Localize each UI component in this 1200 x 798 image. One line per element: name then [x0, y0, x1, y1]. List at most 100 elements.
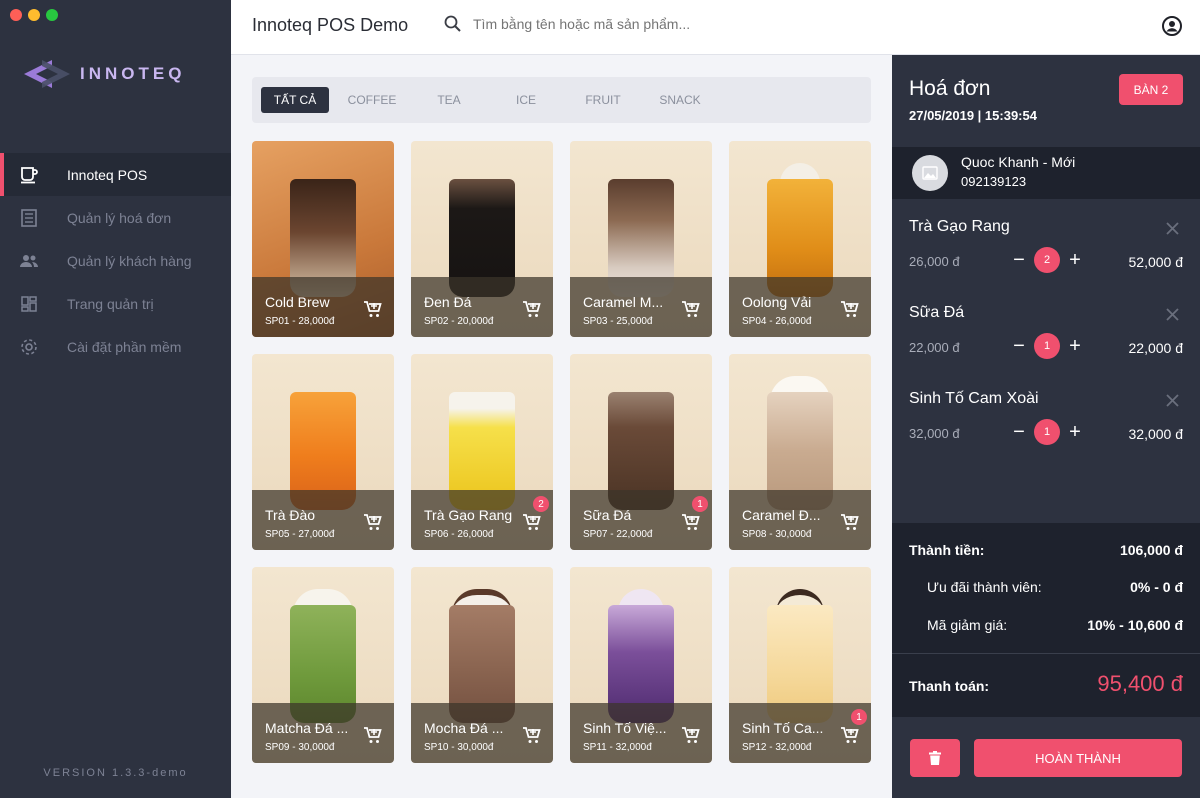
- complete-button[interactable]: HOÀN THÀNH: [974, 739, 1182, 777]
- tab-coffee[interactable]: COFFEE: [338, 87, 406, 113]
- image-placeholder-icon: [922, 166, 938, 180]
- account-button[interactable]: [1162, 16, 1182, 41]
- product-code-price: SP01 - 28,000đ: [265, 316, 335, 327]
- product-card[interactable]: Caramel M... SP03 - 25,000đ: [570, 141, 712, 337]
- product-card[interactable]: Sinh Tố Việ... SP11 - 32,000đ: [570, 567, 712, 763]
- version-label: VERSION 1.3.3-demo: [43, 767, 188, 779]
- product-name: Sữa Đá: [583, 507, 632, 523]
- gear-icon: [20, 338, 38, 356]
- window-controls: [10, 9, 58, 21]
- product-card[interactable]: Matcha Đá ... SP09 - 30,000đ: [252, 567, 394, 763]
- cart-count-badge: 1: [692, 496, 708, 512]
- product-card[interactable]: Trà Gạo Rang SP06 - 26,000đ 2: [411, 354, 553, 550]
- sidebar-item-label: Quản lý khách hàng: [67, 252, 192, 269]
- tab-fruit[interactable]: FRUIT: [569, 87, 637, 113]
- search-bar: [444, 15, 833, 32]
- delete-invoice-button[interactable]: [910, 739, 960, 777]
- product-card[interactable]: Cold Brew SP01 - 28,000đ: [252, 141, 394, 337]
- item-unit-price: 32,000 đ: [909, 426, 960, 441]
- minus-icon[interactable]: −: [1012, 249, 1026, 271]
- add-to-cart-icon[interactable]: [522, 299, 542, 319]
- product-code-price: SP09 - 30,000đ: [265, 742, 335, 753]
- add-to-cart-icon[interactable]: [363, 299, 383, 319]
- sidebar-item-label: Quản lý hoá đơn: [67, 209, 172, 226]
- add-to-cart-icon[interactable]: [840, 512, 860, 532]
- product-card[interactable]: Sữa Đá SP07 - 22,000đ 1: [570, 354, 712, 550]
- people-icon: [20, 252, 38, 270]
- invoice-panel: Hoá đơn 27/05/2019 | 15:39:54 BÀN 2 Quoc…: [892, 55, 1200, 798]
- subtotal-label: Thành tiền:: [909, 542, 985, 558]
- close-icon[interactable]: [1166, 308, 1179, 321]
- category-tabs: TẤT CẢ COFFEE TEA ICE FRUIT SNACK: [252, 77, 871, 123]
- plus-icon[interactable]: +: [1068, 335, 1082, 357]
- item-unit-price: 26,000 đ: [909, 254, 960, 269]
- trash-icon: [929, 751, 941, 765]
- window-close-button[interactable]: [10, 9, 22, 21]
- minus-icon[interactable]: −: [1012, 421, 1026, 443]
- product-name: Cold Brew: [265, 294, 330, 310]
- close-icon[interactable]: [1166, 394, 1179, 407]
- page-title: Innoteq POS Demo: [252, 15, 409, 35]
- product-name: Sinh Tố Ca...: [742, 720, 824, 736]
- sidebar-item-admin[interactable]: Trang quản trị: [0, 282, 231, 325]
- add-to-cart-icon[interactable]: [363, 512, 383, 532]
- invoice-datetime: 27/05/2019 | 15:39:54: [909, 108, 1037, 123]
- coupon-row: Mã giảm giá: 10% - 10,600 đ: [892, 617, 1200, 637]
- add-to-cart-icon[interactable]: [840, 725, 860, 745]
- tab-ice[interactable]: ICE: [492, 87, 560, 113]
- product-code-price: SP06 - 26,000đ: [424, 529, 494, 540]
- avatar: [912, 155, 948, 191]
- search-icon[interactable]: [444, 15, 461, 32]
- product-card[interactable]: Oolong Vải SP04 - 26,000đ: [729, 141, 871, 337]
- logo-mark-icon: [24, 60, 70, 88]
- member-discount-row: Ưu đãi thành viên: 0% - 0 đ: [892, 579, 1200, 599]
- product-name: Caramel M...: [583, 294, 664, 310]
- add-to-cart-icon[interactable]: [681, 725, 701, 745]
- minus-icon[interactable]: −: [1012, 335, 1026, 357]
- add-to-cart-icon[interactable]: [681, 299, 701, 319]
- add-to-cart-icon[interactable]: [522, 512, 542, 532]
- window-minimize-button[interactable]: [28, 9, 40, 21]
- tab-tea[interactable]: TEA: [415, 87, 483, 113]
- member-discount-value: 0% - 0 đ: [1130, 579, 1183, 595]
- product-card[interactable]: Sinh Tố Ca... SP12 - 32,000đ 1: [729, 567, 871, 763]
- cart-count-badge: 1: [851, 709, 867, 725]
- sidebar-item-customers[interactable]: Quản lý khách hàng: [0, 239, 231, 282]
- item-name: Sữa Đá: [909, 304, 965, 321]
- close-icon[interactable]: [1166, 222, 1179, 235]
- product-name: Mocha Đá ...: [424, 720, 504, 736]
- sidebar-item-invoices[interactable]: Quản lý hoá đơn: [0, 196, 231, 239]
- invoice-items: Trà Gạo Rang 26,000 đ − 2 + 52,000 đ Sữa…: [892, 199, 1200, 457]
- payment-total: 95,400 đ: [1097, 671, 1183, 696]
- plus-icon[interactable]: +: [1068, 249, 1082, 271]
- item-total: 32,000 đ: [1128, 426, 1184, 442]
- customer-card[interactable]: Quoc Khanh - Mới 092139123: [892, 147, 1200, 199]
- quantity-stepper: − 1 +: [1012, 419, 1082, 445]
- product-card[interactable]: Mocha Đá ... SP10 - 30,000đ: [411, 567, 553, 763]
- tab-snack[interactable]: SNACK: [646, 87, 714, 113]
- invoice-item: Sinh Tố Cam Xoài 32,000 đ − 1 + 32,000 đ: [892, 371, 1200, 457]
- add-to-cart-icon[interactable]: [840, 299, 860, 319]
- product-card[interactable]: Caramel Đ... SP08 - 30,000đ: [729, 354, 871, 550]
- receipt-icon: [20, 208, 38, 227]
- account-circle-icon: [1162, 16, 1182, 36]
- plus-icon[interactable]: +: [1068, 421, 1082, 443]
- table-select-button[interactable]: BÀN 2: [1119, 74, 1183, 105]
- product-card[interactable]: Đen Đá SP02 - 20,000đ: [411, 141, 553, 337]
- quantity-value: 1: [1034, 419, 1060, 445]
- sidebar-item-pos[interactable]: Innoteq POS: [0, 153, 231, 196]
- payment-label: Thanh toán:: [909, 678, 990, 694]
- quantity-value: 1: [1034, 333, 1060, 359]
- tab-all[interactable]: TẤT CẢ: [261, 87, 329, 113]
- window-zoom-button[interactable]: [46, 9, 58, 21]
- add-to-cart-icon[interactable]: [363, 725, 383, 745]
- product-name: Đen Đá: [424, 294, 472, 310]
- sidebar-item-settings[interactable]: Cài đặt phần mềm: [0, 325, 231, 368]
- product-code-price: SP10 - 30,000đ: [424, 742, 494, 753]
- add-to-cart-icon[interactable]: [681, 512, 701, 532]
- product-code-price: SP05 - 27,000đ: [265, 529, 335, 540]
- add-to-cart-icon[interactable]: [522, 725, 542, 745]
- search-input[interactable]: [473, 15, 833, 32]
- quantity-stepper: − 2 +: [1012, 247, 1082, 273]
- product-card[interactable]: Trà Đào SP05 - 27,000đ: [252, 354, 394, 550]
